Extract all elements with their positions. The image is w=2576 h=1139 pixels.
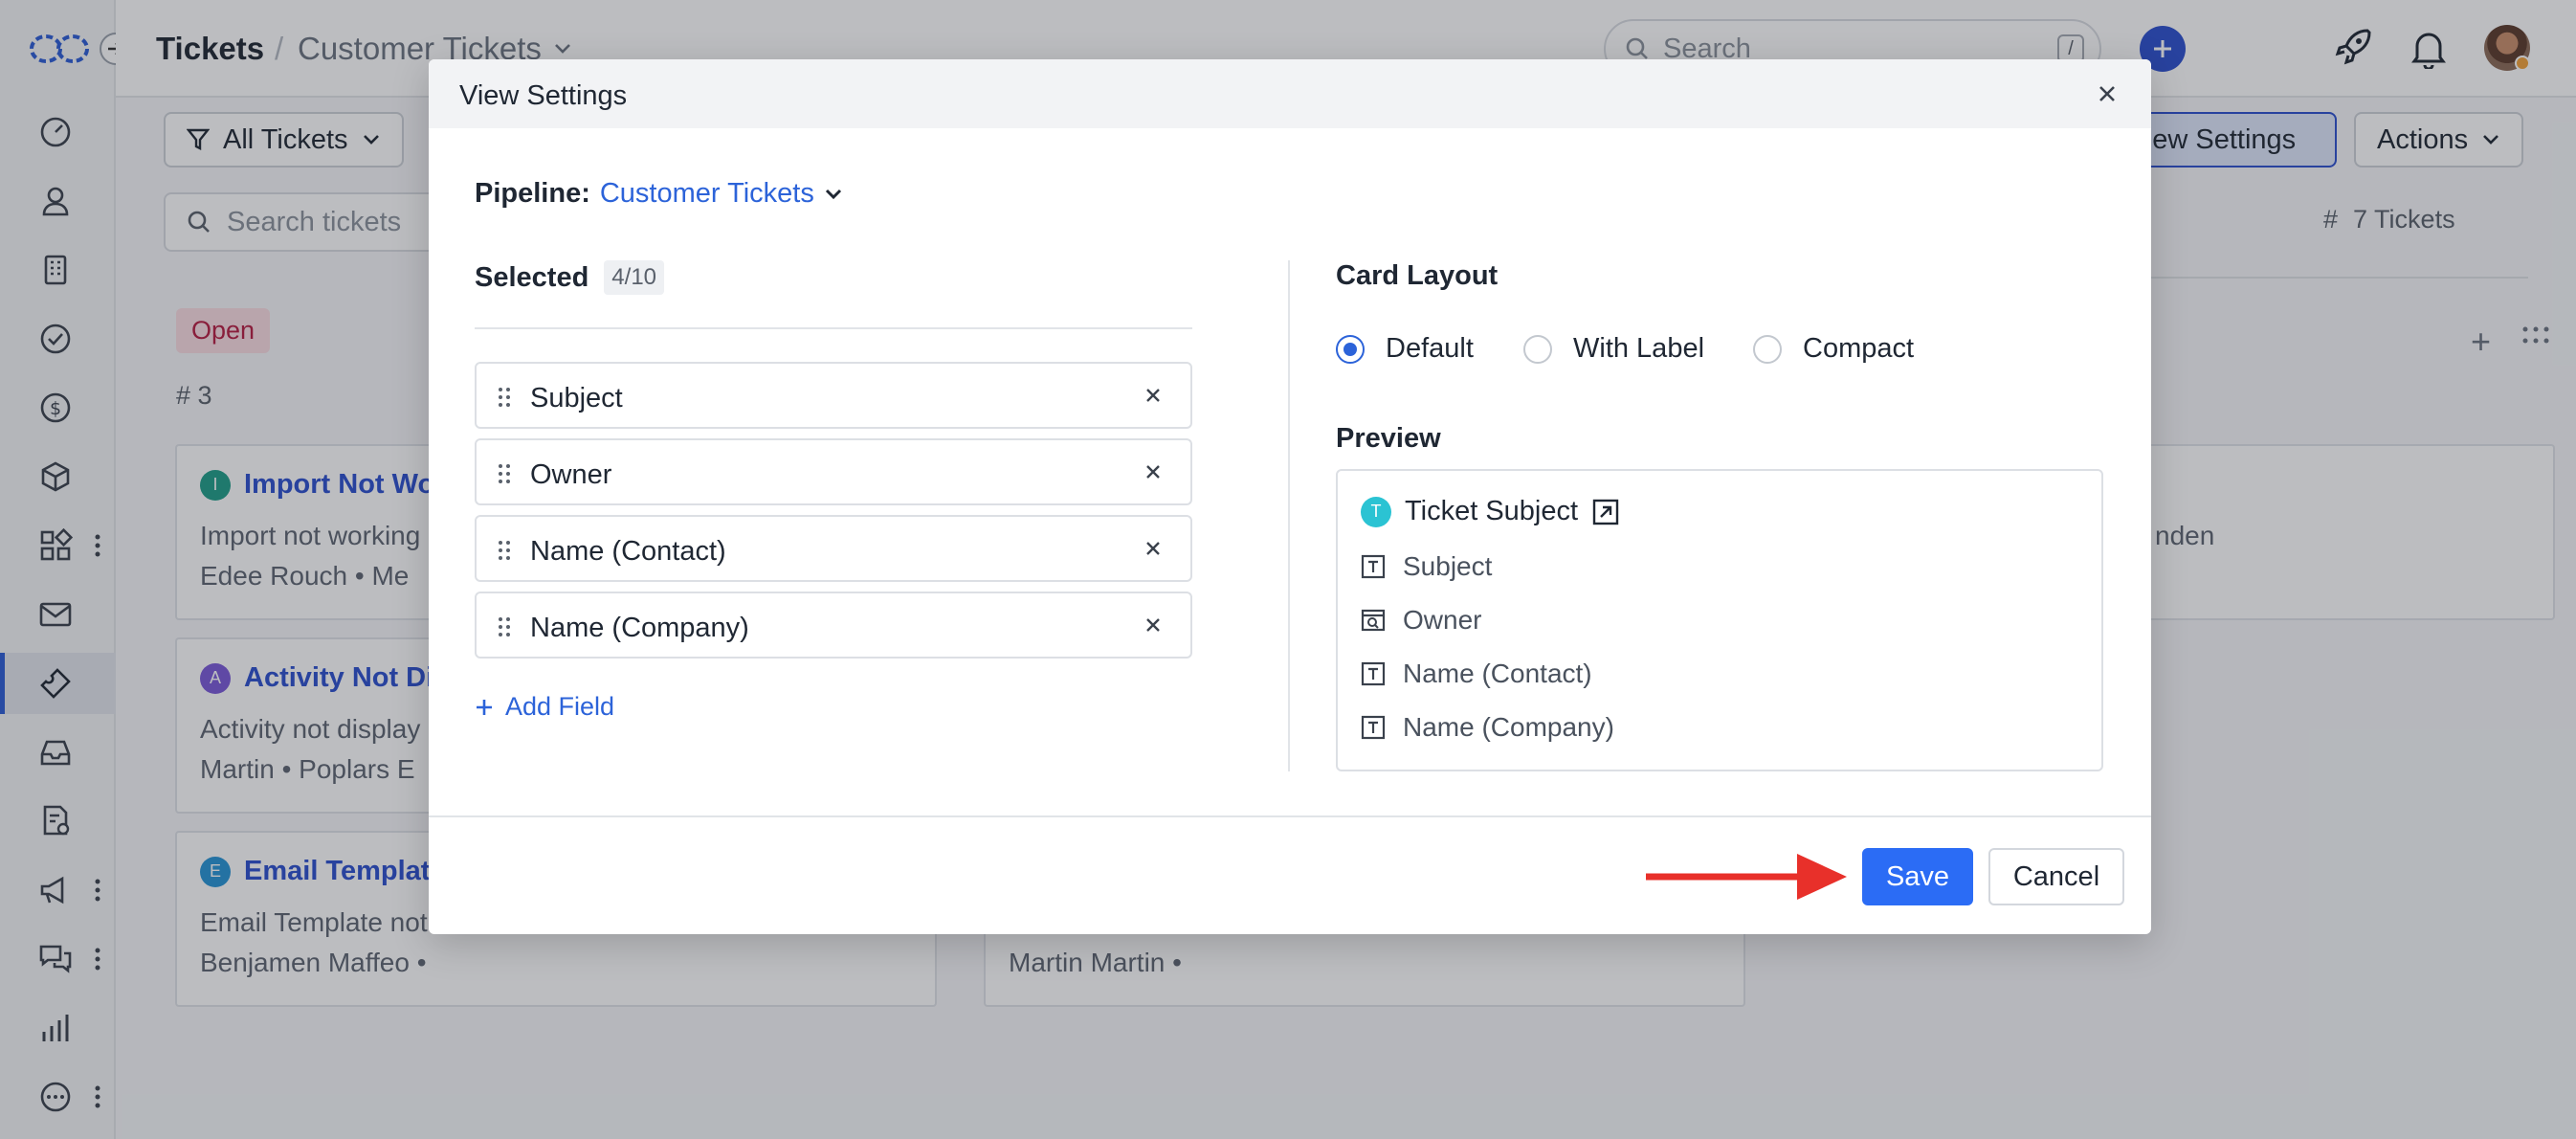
selected-field-row[interactable]: Subject [475, 362, 1192, 429]
card-layout-heading: Card Layout [1336, 260, 1499, 291]
pipeline-selector[interactable]: Pipeline: Customer Tickets [475, 178, 843, 210]
drag-handle-icon[interactable] [498, 387, 511, 408]
preview-field-row: Subject [1361, 551, 1492, 582]
pipeline-value[interactable]: Customer Tickets [600, 178, 814, 210]
radio-button[interactable] [1336, 334, 1365, 364]
field-label: Subject [530, 383, 623, 413]
drag-handle-icon[interactable] [498, 540, 511, 561]
red-arrow-annotation-icon [1644, 850, 1851, 904]
close-icon[interactable] [2098, 84, 2117, 103]
add-field-label: Add Field [505, 692, 615, 721]
selected-label: Selected [475, 261, 589, 293]
dialog-header: View Settings [429, 59, 2151, 128]
text-field-icon [1361, 661, 1386, 686]
layout-option-default[interactable]: Default [1336, 333, 1474, 365]
add-field-button[interactable]: Add Field [475, 692, 614, 722]
selected-field-row[interactable]: Name (Company) [475, 592, 1192, 659]
layout-option-with-label[interactable]: With Label [1523, 333, 1704, 365]
text-field-icon [1361, 554, 1386, 579]
preview-field-label: Owner [1403, 605, 1482, 635]
layout-option-label: Default [1386, 333, 1474, 364]
radio-button[interactable] [1523, 334, 1552, 364]
remove-field-icon[interactable] [1144, 616, 1162, 634]
drag-handle-icon[interactable] [498, 463, 511, 484]
preview-field-label: Subject [1403, 551, 1493, 581]
save-button[interactable]: Save [1862, 848, 1973, 905]
preview-card-title: T Ticket Subject [1361, 496, 1620, 527]
ticket-initial-avatar: T [1361, 496, 1391, 527]
divider [475, 327, 1192, 329]
card-preview: T Ticket Subject Subject Owner Name (Con… [1336, 469, 2103, 771]
field-label: Owner [530, 459, 612, 490]
radio-button[interactable] [1753, 334, 1782, 364]
lookup-field-icon [1361, 608, 1386, 633]
chevron-down-icon [824, 188, 843, 201]
open-external-icon [1591, 498, 1620, 526]
dialog-title: View Settings [459, 80, 628, 111]
preview-field-row: Name (Company) [1361, 712, 1614, 743]
preview-field-label: Name (Contact) [1403, 659, 1592, 688]
text-field-icon [1361, 715, 1386, 740]
selected-fields-heading: Selected 4/10 [475, 260, 665, 295]
remove-field-icon[interactable] [1144, 540, 1162, 557]
layout-option-label: Compact [1803, 333, 1915, 364]
selected-count-badge: 4/10 [604, 260, 665, 295]
field-label: Name (Contact) [530, 536, 726, 567]
cancel-button[interactable]: Cancel [1988, 848, 2124, 905]
footer-divider [429, 815, 2151, 817]
layout-option-compact[interactable]: Compact [1753, 333, 1914, 365]
preview-title-text: Ticket Subject [1405, 496, 1579, 526]
layout-option-label: With Label [1573, 333, 1705, 364]
plus-icon [475, 698, 494, 717]
view-settings-dialog: View Settings Pipeline: Customer Tickets… [429, 59, 2151, 934]
remove-field-icon[interactable] [1144, 387, 1162, 404]
column-divider [1288, 260, 1290, 771]
selected-field-row[interactable]: Owner [475, 438, 1192, 505]
pipeline-label: Pipeline: [475, 178, 590, 209]
selected-field-row[interactable]: Name (Contact) [475, 515, 1192, 582]
field-label: Name (Company) [530, 613, 749, 643]
preview-heading: Preview [1336, 423, 1441, 454]
preview-field-row: Owner [1361, 605, 1481, 636]
drag-handle-icon[interactable] [498, 616, 511, 637]
remove-field-icon[interactable] [1144, 463, 1162, 480]
preview-field-label: Name (Company) [1403, 712, 1614, 742]
preview-field-row: Name (Contact) [1361, 659, 1592, 689]
